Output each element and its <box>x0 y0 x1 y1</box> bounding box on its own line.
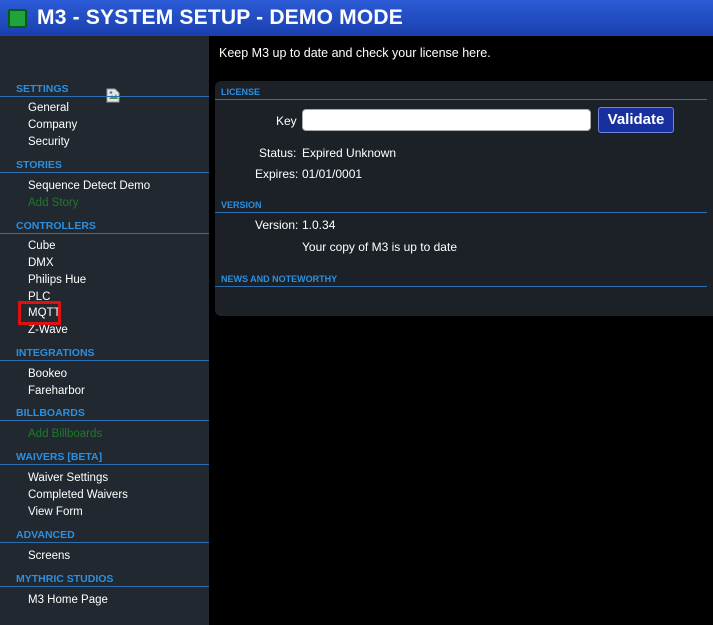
section-advanced-header: ADVANCED <box>0 527 209 543</box>
sidebar-item-philips-hue[interactable]: Philips Hue <box>28 273 86 287</box>
window-title: M3 - SYSTEM SETUP - DEMO MODE <box>37 6 403 29</box>
sidebar-item-sequence-detect-demo[interactable]: Sequence Detect Demo <box>28 179 150 193</box>
sidebar-item-waiver-settings[interactable]: Waiver Settings <box>28 471 108 485</box>
section-stories-header: STORIES <box>0 157 209 173</box>
section-settings-header: SETTINGS <box>0 81 209 97</box>
sidebar-item-completed-waivers[interactable]: Completed Waivers <box>28 488 128 502</box>
sidebar-item-dmx[interactable]: DMX <box>28 256 54 270</box>
license-key-input[interactable] <box>302 109 591 131</box>
section-controllers-header: CONTROLLERS <box>0 218 209 234</box>
sidebar-item-add-story[interactable]: Add Story <box>28 196 79 210</box>
section-billboards-header: BILLBOARDS <box>0 405 209 421</box>
title-bar: M3 - SYSTEM SETUP - DEMO MODE <box>0 0 713 36</box>
intro-text: Keep M3 up to date and check your licens… <box>219 46 491 60</box>
mqtt-highlight-box <box>18 301 61 325</box>
version-header: VERSION <box>215 198 707 213</box>
section-waivers-header: WAIVERS [BETA] <box>0 449 209 465</box>
sidebar-item-security[interactable]: Security <box>28 135 70 149</box>
sidebar-item-m3-home-page[interactable]: M3 Home Page <box>28 593 108 607</box>
version-value: 1.0.34 <box>302 218 336 232</box>
app-status-icon <box>8 8 27 28</box>
section-mythric-studios-header: MYTHRIC STUDIOS <box>0 571 209 587</box>
version-label: Version: <box>255 218 299 232</box>
sidebar-item-cube[interactable]: Cube <box>28 239 56 253</box>
status-value: Expired Unknown <box>302 146 397 160</box>
sidebar-item-view-form[interactable]: View Form <box>28 505 83 519</box>
expires-value: 01/01/0001 <box>302 167 363 181</box>
update-status-message: Your copy of M3 is up to date <box>302 240 457 254</box>
sidebar-item-z-wave[interactable]: Z-Wave <box>28 323 68 337</box>
sidebar-item-general[interactable]: General <box>28 101 69 115</box>
sidebar-item-bookeo[interactable]: Bookeo <box>28 367 67 381</box>
sidebar-item-company[interactable]: Company <box>28 118 77 132</box>
section-integrations-header: INTEGRATIONS <box>0 345 209 361</box>
sidebar-item-fareharbor[interactable]: Fareharbor <box>28 384 85 398</box>
main-content: Keep M3 up to date and check your licens… <box>209 36 713 625</box>
sidebar-item-add-billboards[interactable]: Add Billboards <box>28 427 102 441</box>
sidebar: SETTINGS General Company Security STORIE… <box>0 36 209 625</box>
sidebar-item-screens[interactable]: Screens <box>28 549 70 563</box>
news-header: NEWS AND NOTEWORTHY <box>215 272 707 287</box>
status-label: Status: <box>259 146 297 160</box>
validate-button[interactable]: Validate <box>598 107 674 133</box>
expires-label: Expires: <box>255 167 299 181</box>
license-header: LICENSE <box>215 85 707 100</box>
key-label: Key <box>276 114 297 128</box>
